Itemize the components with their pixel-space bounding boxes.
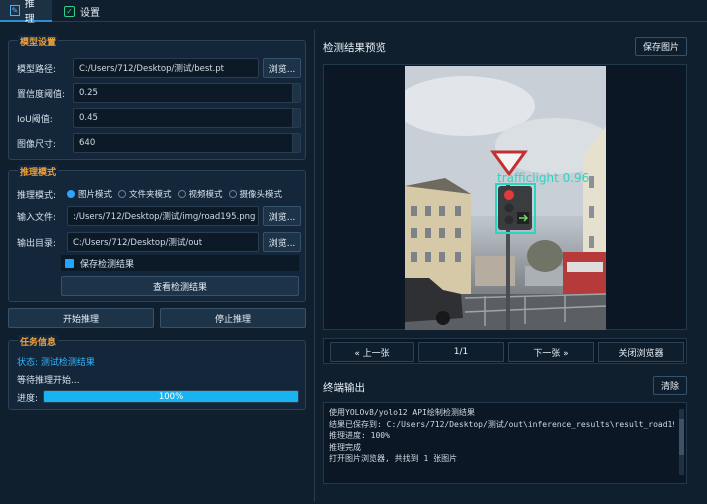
radio-label: 摄像头模式 — [239, 190, 283, 200]
model-path-input[interactable]: C:/Users/712/Desktop/测试/best.pt — [73, 58, 259, 78]
radio-image-mode[interactable]: 图片模式 — [67, 188, 112, 200]
radio-dot — [228, 190, 237, 198]
left-panel: 模型设置 模型路径: C:/Users/712/Desktop/测试/best.… — [6, 30, 308, 502]
group-title: 推理模式 — [18, 165, 59, 178]
model-browse-button[interactable]: 浏览... — [263, 58, 301, 78]
tab-label: 推理 — [24, 0, 35, 25]
image-size-value: 640 — [79, 138, 96, 148]
terminal-line: 打开图片浏览器, 共找到 1 张图片 — [329, 454, 458, 464]
waiting-text: 等待推理开始... — [17, 376, 80, 386]
output-dir-field[interactable]: C:/Users/712/Desktop/测试/out — [67, 232, 259, 252]
conf-row: 置信度阈值: 0.25 — [17, 83, 301, 103]
task-info-group: 任务信息 状态: 测试检测结果 等待推理开始... 进度: 100% — [8, 335, 306, 410]
windows — [589, 176, 594, 248]
conf-value: 0.25 — [79, 88, 98, 98]
terminal-line: 推理进度: 100% — [329, 431, 390, 441]
detection-label: trafficlight 0.96 — [497, 171, 589, 185]
yellow-light — [504, 203, 514, 213]
street-scene-image: trafficlight 0.96 — [405, 66, 606, 330]
scrollbar-thumb[interactable] — [679, 419, 684, 455]
iou-value: 0.45 — [79, 113, 98, 123]
checkbox-checked-icon — [65, 258, 74, 268]
terminal-line: 结果已保存到: C:/Users/712/Desktop/测试/out\infe… — [329, 419, 674, 429]
progress-bar: 100% — [43, 390, 299, 403]
save-results-label: 保存检测结果 — [80, 259, 135, 270]
input-file-field[interactable]: :/Users/712/Desktop/测试/img/road195.png — [67, 206, 259, 226]
red-light — [504, 190, 514, 200]
model-settings-group: 模型设置 模型路径: C:/Users/712/Desktop/测试/best.… — [8, 35, 306, 160]
conf-label: 置信度阈值: — [17, 89, 66, 100]
terminal-line: 使用YOLOv8/yolo12 API绘制检测结果 — [329, 408, 475, 417]
radio-folder-mode[interactable]: 文件夹模式 — [118, 188, 172, 200]
spin-arrows[interactable] — [292, 134, 300, 152]
output-browse-button[interactable]: 浏览... — [263, 232, 301, 252]
radio-camera-mode[interactable]: 摄像头模式 — [228, 188, 283, 200]
radio-label: 文件夹模式 — [129, 190, 172, 200]
mode-row: 推理模式: 图片模式 文件夹模式 视频模式 摄像头模式 — [17, 184, 301, 204]
terminal-line: 推理完成 — [329, 442, 361, 452]
radio-dot — [67, 190, 75, 198]
page-indicator: 1/1 — [418, 342, 504, 362]
image-size-spinbox[interactable]: 640 — [73, 133, 301, 153]
view-results-button[interactable]: 查看检测结果 — [61, 276, 299, 296]
bus-window — [567, 262, 603, 272]
tab-label: 设置 — [80, 7, 100, 19]
stop-inference-button[interactable]: 停止推理 — [160, 308, 306, 328]
inference-mode-group: 推理模式 推理模式: 图片模式 文件夹模式 视频模式 摄像头模式 输入文件: :… — [8, 165, 306, 302]
terminal-scrollbar[interactable] — [679, 409, 684, 475]
start-inference-button[interactable]: 开始推理 — [8, 308, 154, 328]
car-wheel — [436, 311, 450, 325]
terminal-output[interactable]: 使用YOLOv8/yolo12 API绘制检测结果 结果已保存到: C:/Use… — [323, 402, 687, 484]
chart-edit-icon: ✎ — [10, 4, 20, 16]
iou-spinbox[interactable]: 0.45 — [73, 108, 301, 128]
tree — [527, 240, 563, 272]
prev-image-button[interactable]: « 上一张 — [330, 342, 414, 362]
bus — [563, 252, 606, 294]
tab-inference[interactable]: ✎ 推理 — [0, 0, 52, 25]
input-file-row: 输入文件: :/Users/712/Desktop/测试/img/road195… — [17, 206, 301, 226]
radio-dot — [177, 190, 186, 198]
output-dir-label: 输出目录: — [17, 238, 57, 249]
spin-arrows[interactable] — [292, 84, 300, 102]
output-dir-row: 输出目录: C:/Users/712/Desktop/测试/out 浏览... — [17, 232, 301, 252]
radio-video-mode[interactable]: 视频模式 — [177, 188, 223, 200]
tab-settings[interactable]: ✓ 设置 — [54, 0, 112, 22]
image-size-label: 图像尺寸: — [17, 139, 57, 150]
iou-label: IoU阈值: — [17, 114, 53, 125]
terminal-title: 终端输出 — [323, 382, 365, 394]
result-image: trafficlight 0.96 — [405, 66, 606, 330]
save-image-button[interactable]: 保存图片 — [635, 37, 687, 56]
input-file-label: 输入文件: — [17, 212, 57, 223]
next-image-button[interactable]: 下一张 » — [508, 342, 594, 362]
group-title: 模型设置 — [18, 35, 59, 48]
status-text: 状态: 测试检测结果 — [17, 358, 95, 368]
radio-label: 图片模式 — [78, 190, 113, 200]
input-browse-button[interactable]: 浏览... — [263, 206, 301, 226]
model-path-row: 模型路径: C:/Users/712/Desktop/测试/best.pt 浏览… — [17, 58, 301, 78]
iou-row: IoU阈值: 0.45 — [17, 108, 301, 128]
green-light — [504, 215, 514, 225]
progress-text: 100% — [158, 391, 184, 402]
group-title: 任务信息 — [18, 335, 59, 348]
preview-title: 检测结果预览 — [323, 42, 386, 54]
model-path-label: 模型路径: — [17, 64, 57, 75]
mode-label: 推理模式: — [17, 190, 57, 201]
clear-button[interactable]: 清除 — [653, 376, 687, 395]
progress-label: 进度: — [17, 394, 39, 404]
conf-spinbox[interactable]: 0.25 — [73, 83, 301, 103]
radio-label: 视频模式 — [188, 190, 223, 200]
radio-dot — [118, 190, 127, 198]
right-panel: 检测结果预览 保存图片 trafficlight 0.96 « 上一张 1/1 … — [314, 30, 704, 502]
checkbox-icon: ✓ — [64, 5, 75, 17]
spin-arrows[interactable] — [292, 109, 300, 127]
close-browser-button[interactable]: 关闭浏览器 — [598, 342, 684, 362]
image-size-row: 图像尺寸: 640 — [17, 133, 301, 153]
preview-area: trafficlight 0.96 — [323, 64, 687, 330]
save-results-checkbox[interactable]: 保存检测结果 — [61, 255, 299, 271]
image-nav-bar: « 上一张 1/1 下一张 » 关闭浏览器 — [323, 338, 687, 364]
tab-bar: ✎ 推理 ✓ 设置 — [0, 0, 707, 25]
terminal-lines: 使用YOLOv8/yolo12 API绘制检测结果 结果已保存到: C:/Use… — [329, 407, 674, 465]
